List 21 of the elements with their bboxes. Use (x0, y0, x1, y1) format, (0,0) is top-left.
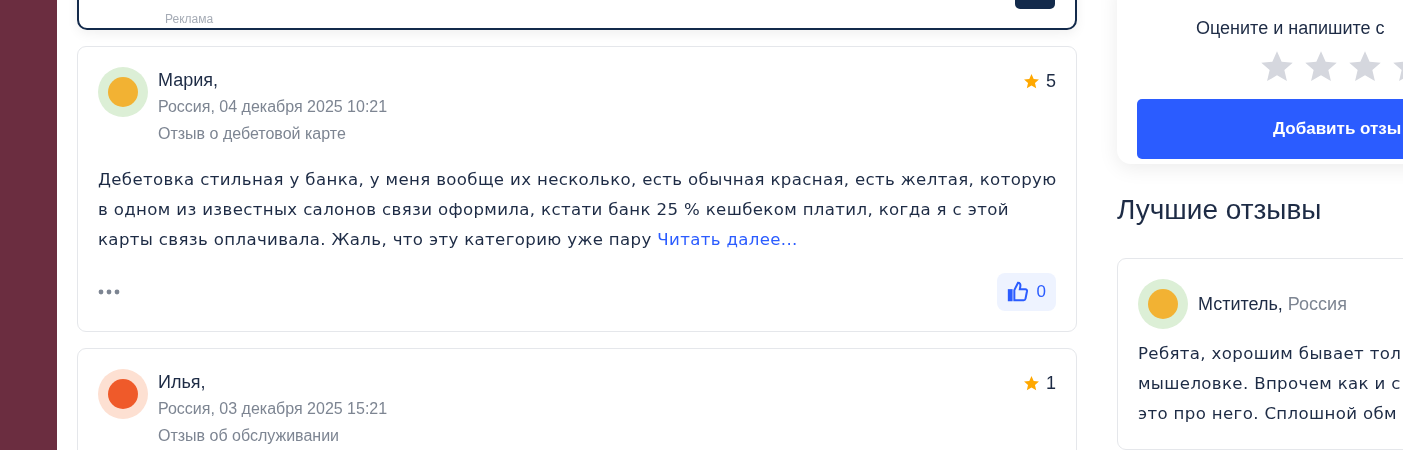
star-icon (1023, 375, 1040, 392)
review-date: Россия, 03 декабря 2025 15:21 (158, 399, 389, 419)
author-name: Илья, (158, 371, 207, 394)
ad-label: Реклама (165, 12, 214, 26)
add-review-button[interactable]: Добавить отзы (1137, 99, 1403, 159)
more-icon[interactable] (98, 289, 120, 295)
like-button[interactable]: 0 (996, 273, 1056, 311)
review-text: Ребята, хорошим бывает тол мышеловке. Впрочем как и с это про него. Сплошной обм (1138, 343, 1403, 425)
review-text: Дебетовка стильная у банка, у меня вообще их несколько, есть обычная красная, есть желтая, которую в одном из известных салонов связи оформила, кстати банк 25 % кешбеком платил, когда я с этой карты связь оплачивала. Жаль, что эту категорию уже пару Читать далее... (98, 169, 1058, 251)
read-more-link[interactable]: Читать далее... (657, 230, 798, 249)
review-topic: Отзыв об обслуживании (158, 426, 341, 446)
section-title: Лучшие отзывы (1117, 193, 1323, 227)
rating-value: 1 (1046, 373, 1056, 394)
review-topic: Отзыв о дебетовой карте (158, 124, 347, 144)
star-icon (1023, 73, 1040, 90)
review-date: Россия, 04 декабря 2025 10:21 (158, 97, 389, 117)
author-name: Мария, (158, 69, 220, 92)
author-name: Мститель, Россия (1198, 293, 1347, 315)
thumbs-up-icon (1006, 281, 1029, 303)
rate-prompt: Оцените и напишите с (1196, 18, 1385, 39)
rating-value: 5 (1046, 71, 1056, 92)
